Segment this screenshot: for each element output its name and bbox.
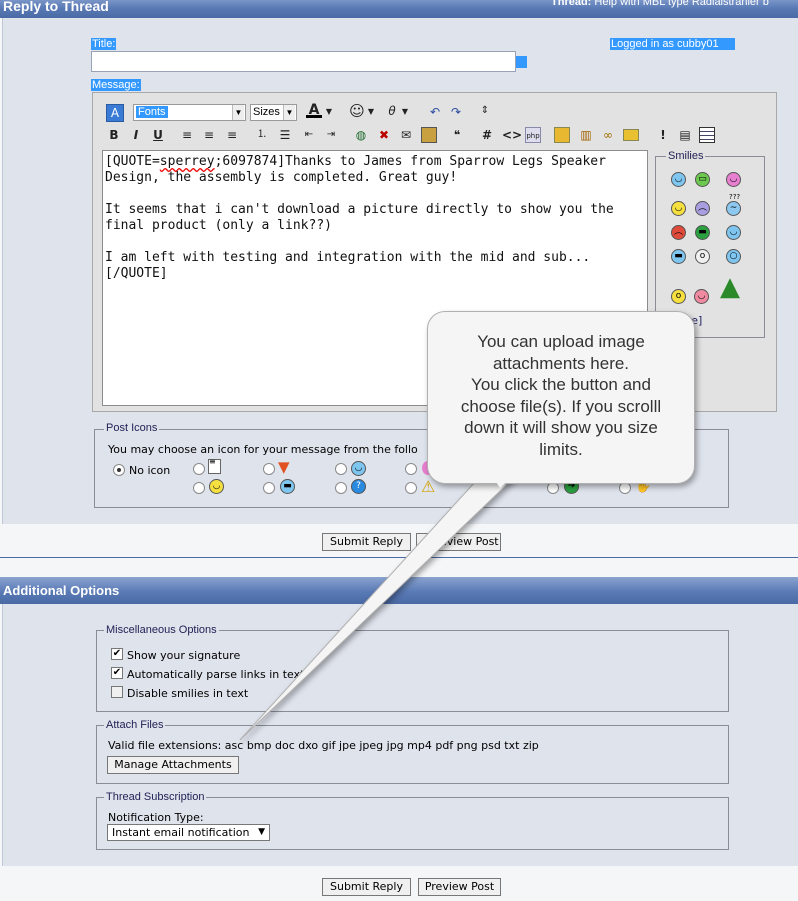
callout-pointer-cover [487,468,521,488]
